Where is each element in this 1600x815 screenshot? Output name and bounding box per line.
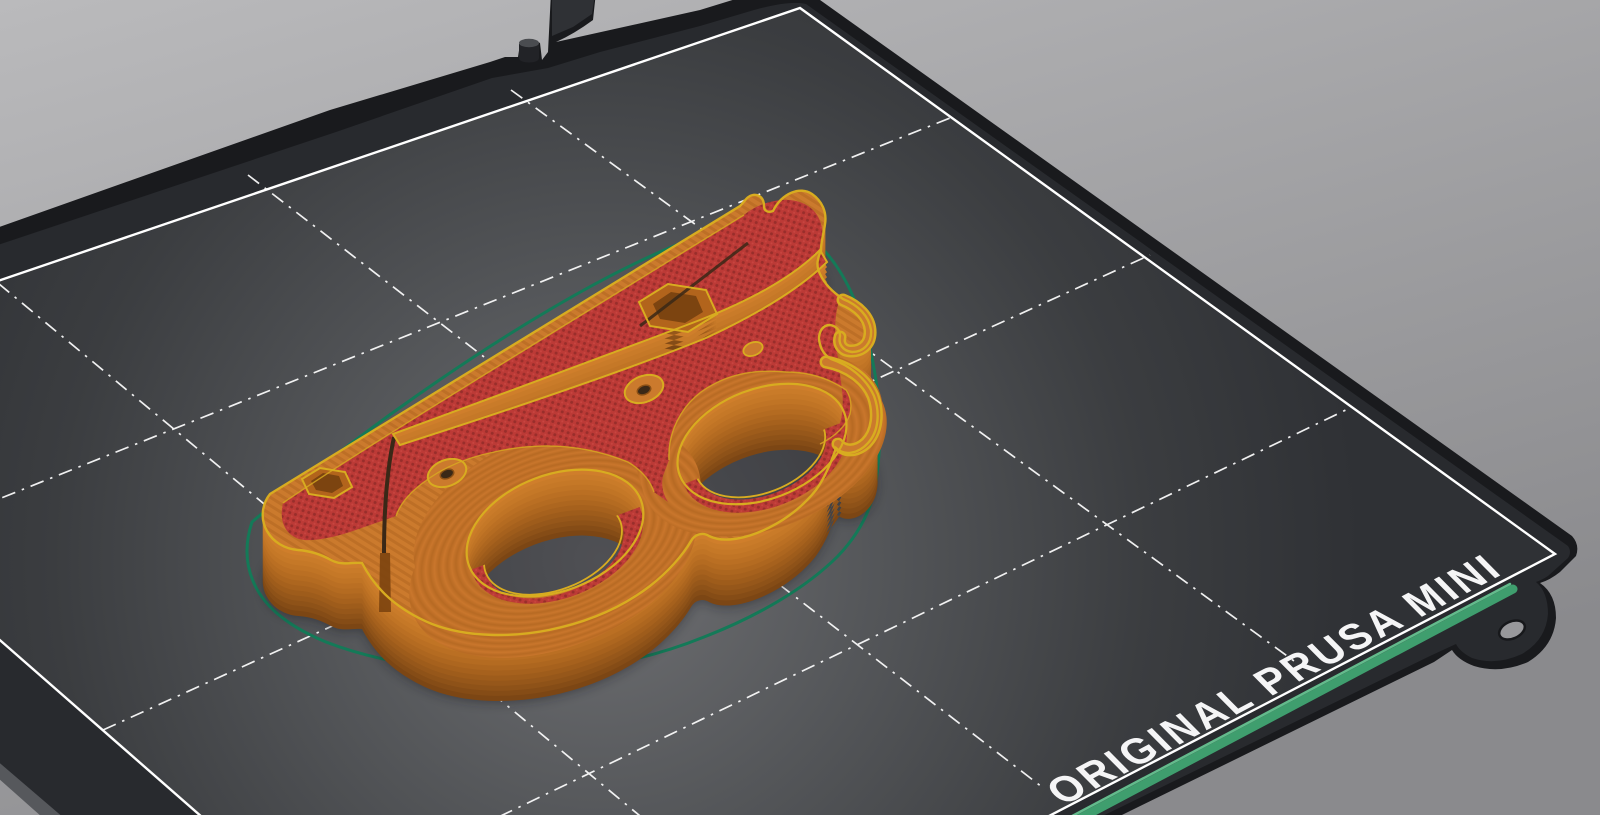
wall-notch — [379, 553, 391, 612]
slicer-3d-viewport[interactable]: ORIGINAL PRUSA MINI — [0, 0, 1600, 815]
bed-pin-top — [519, 38, 539, 48]
scene-canvas[interactable]: ORIGINAL PRUSA MINI — [0, 0, 1600, 815]
